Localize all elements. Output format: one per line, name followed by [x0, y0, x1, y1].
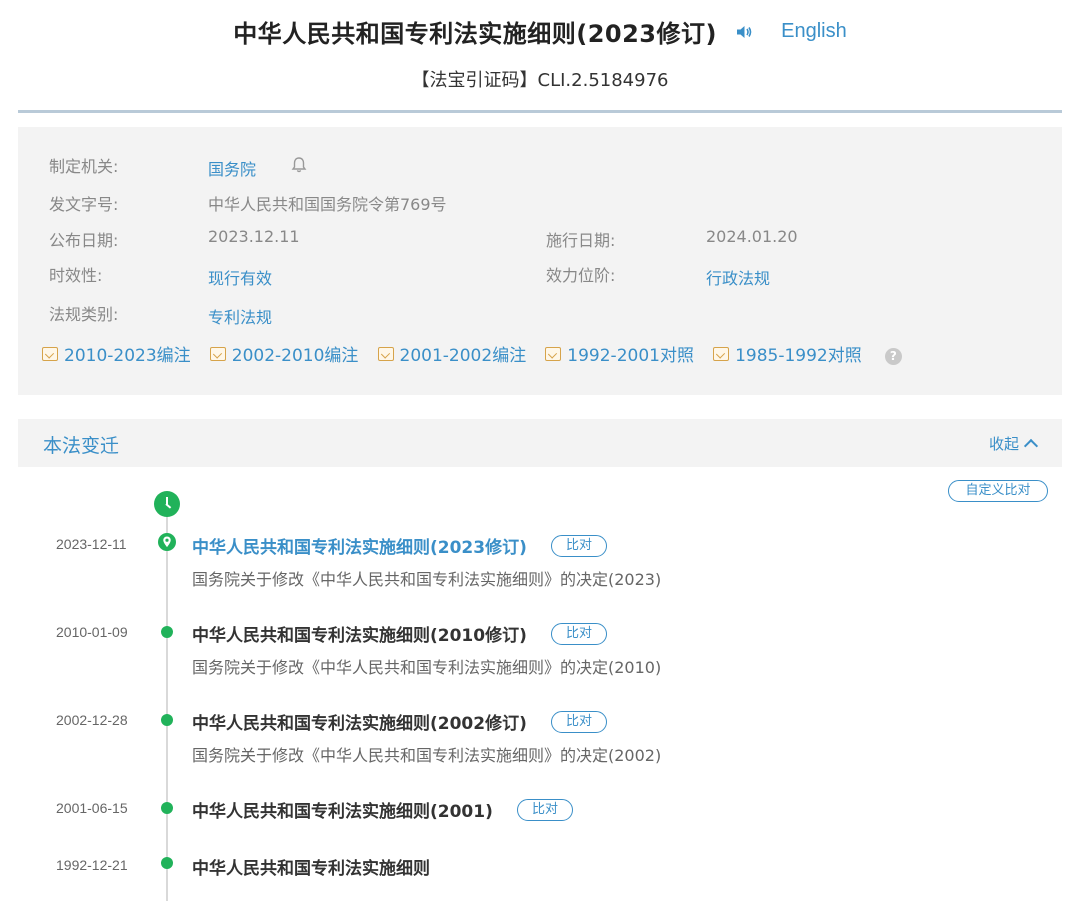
- level-label: 效力位阶:: [546, 266, 616, 285]
- timeline-dot: [161, 714, 173, 726]
- doc-number-label: 发文字号:: [49, 195, 119, 214]
- version-link-1985-1992[interactable]: 1985-1992对照: [713, 341, 862, 366]
- validity-label: 时效性:: [49, 266, 103, 285]
- custom-compare-button[interactable]: 自定义比对: [948, 480, 1048, 502]
- timeline-date: 2023-12-11: [56, 536, 127, 552]
- timeline-date: 2002-12-28: [56, 712, 128, 728]
- category-link[interactable]: 专利法规: [208, 304, 272, 328]
- metadata-panel: 制定机关: 国务院 发文字号: 中华人民共和国国务院令第769号 公布日期: 2…: [18, 127, 1062, 395]
- help-icon[interactable]: ?: [884, 347, 902, 365]
- category-label: 法规类别:: [49, 305, 119, 324]
- effective-date-value: 2024.01.20: [706, 227, 798, 246]
- english-link[interactable]: English: [781, 20, 847, 43]
- validity-link[interactable]: 现行有效: [208, 265, 272, 289]
- collapse-button[interactable]: 收起: [988, 433, 1039, 454]
- annotation-doc-icon: [209, 346, 226, 361]
- timeline-title-link[interactable]: 中华人民共和国专利法实施细则(2010修订): [192, 621, 527, 646]
- title-bar: 中华人民共和国专利法实施细则(2023修订) English: [0, 14, 1080, 54]
- annotation-doc-icon: [713, 346, 730, 361]
- location-pin-icon: [158, 533, 176, 551]
- timeline-subtitle[interactable]: 国务院关于修改《中华人民共和国专利法实施细则》的决定(2002): [192, 742, 661, 766]
- timeline-title-link[interactable]: 中华人民共和国专利法实施细则(2002修订): [192, 709, 527, 734]
- timeline-subtitle[interactable]: 国务院关于修改《中华人民共和国专利法实施细则》的决定(2010): [192, 654, 661, 678]
- issuer-link[interactable]: 国务院: [208, 156, 256, 180]
- timeline-date: 2010-01-09: [56, 624, 128, 640]
- timeline-date: 1992-12-21: [56, 857, 128, 873]
- version-link-2002-2010[interactable]: 2002-2010编注: [209, 341, 358, 366]
- citation-code: 【法宝引证码】CLI.2.5184976: [411, 70, 669, 91]
- timeline-dot: [161, 802, 173, 814]
- effective-date-label: 施行日期:: [546, 231, 616, 250]
- compare-button[interactable]: 比对: [517, 799, 573, 821]
- issuer-label: 制定机关:: [49, 157, 119, 176]
- clock-icon: [154, 491, 180, 517]
- timeline-dot: [161, 626, 173, 638]
- chevron-up-icon: [1023, 438, 1039, 454]
- publish-date-label: 公布日期:: [49, 231, 119, 250]
- timeline-dot: [161, 857, 173, 869]
- doc-number-value: 中华人民共和国国务院令第769号: [208, 195, 447, 214]
- timeline-date: 2001-06-15: [56, 800, 128, 816]
- timeline-title-link[interactable]: 中华人民共和国专利法实施细则(2023修订): [192, 533, 527, 558]
- version-link-2010-2023[interactable]: 2010-2023编注: [42, 341, 191, 366]
- version-link-1992-2001[interactable]: 1992-2001对照: [545, 341, 694, 366]
- annotation-doc-icon: [377, 346, 394, 361]
- compare-button[interactable]: 比对: [551, 711, 607, 733]
- history-title: 本法变迁: [43, 435, 120, 457]
- timeline-title-link[interactable]: 中华人民共和国专利法实施细则(2001): [192, 797, 493, 822]
- compare-button[interactable]: 比对: [551, 623, 607, 645]
- timeline-line: [166, 510, 168, 901]
- annotation-doc-icon: [545, 346, 562, 361]
- level-link[interactable]: 行政法规: [706, 265, 770, 289]
- publish-date-value: 2023.12.11: [208, 227, 300, 246]
- timeline-title-link[interactable]: 中华人民共和国专利法实施细则: [192, 854, 430, 879]
- annotation-doc-icon: [42, 346, 58, 361]
- speaker-icon[interactable]: [734, 22, 754, 42]
- bell-icon[interactable]: [290, 156, 308, 174]
- page-title: 中华人民共和国专利法实施细则(2023修订): [233, 20, 717, 48]
- divider: [18, 110, 1062, 113]
- collapse-label: 收起: [988, 435, 1019, 453]
- timeline-subtitle[interactable]: 国务院关于修改《中华人民共和国专利法实施细则》的决定(2023): [192, 566, 661, 590]
- history-section-header: 本法变迁 收起: [18, 419, 1062, 467]
- version-links: 2010-2023编注 2002-2010编注 2001-2002编注 1992…: [42, 341, 902, 366]
- compare-button[interactable]: 比对: [551, 535, 607, 557]
- version-link-2001-2002[interactable]: 2001-2002编注: [377, 341, 526, 366]
